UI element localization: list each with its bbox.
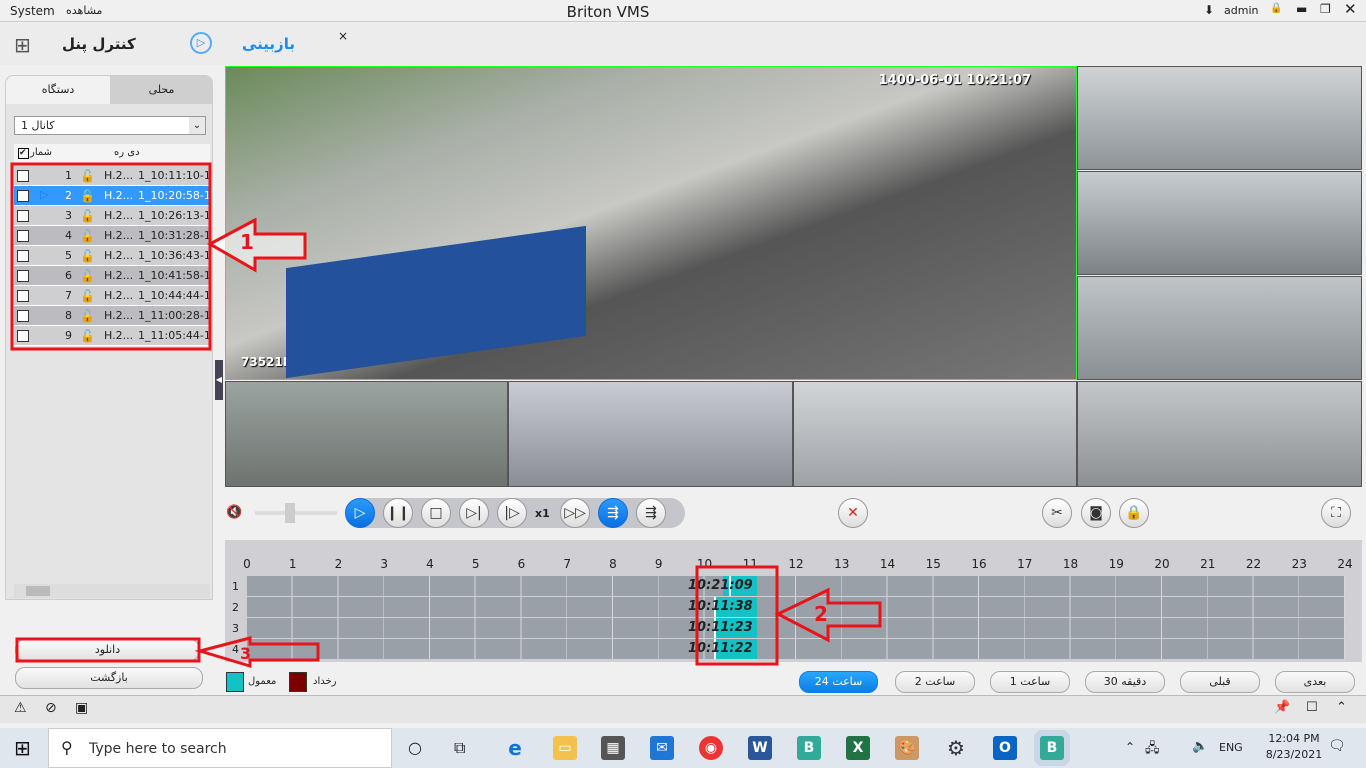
chrome-icon[interactable]: ◉ [699, 736, 723, 760]
excel-icon[interactable]: X [846, 736, 870, 760]
annotation-arrow-2 [774, 587, 882, 643]
mail-icon[interactable]: ✉ [650, 736, 674, 760]
annotation-overlay [10, 162, 882, 669]
annotation-arrow-1 [206, 217, 307, 273]
clock-time[interactable]: 12:04 PM [1264, 732, 1324, 745]
briton-vms-active-icon[interactable]: B [1040, 736, 1064, 760]
search-placeholder: Type here to search [89, 741, 227, 757]
search-box[interactable]: ⚲ Type here to search [48, 728, 392, 768]
paint-icon[interactable]: 🎨 [895, 736, 919, 760]
word-icon[interactable]: W [748, 736, 772, 760]
windows-start-icon[interactable]: ⊞ [14, 736, 31, 760]
file-explorer-icon[interactable]: ▭ [553, 736, 577, 760]
search-icon: ⚲ [61, 738, 73, 757]
annotation-box-3 [15, 637, 201, 663]
annotation-label-2: 2 [814, 602, 828, 626]
task-view-icon[interactable]: ⧉ [454, 738, 465, 758]
clock-date[interactable]: 8/23/2021 [1264, 748, 1324, 761]
annotation-label-1: 1 [240, 230, 254, 254]
store-icon[interactable]: ▦ [601, 736, 625, 760]
outlook-icon[interactable]: O [993, 736, 1017, 760]
network-icon[interactable]: 🖧 [1145, 739, 1160, 761]
taskbar: ⊞ ⚲ Type here to search ○ ⧉ ⌃ 🖧 🔈 ENG 12… [0, 728, 1366, 768]
language-indicator[interactable]: ENG [1219, 741, 1243, 754]
briton-app-icon[interactable]: B [797, 736, 821, 760]
annotation-box-1 [10, 162, 212, 351]
annotation-label-3: 3 [240, 644, 252, 663]
edge-icon[interactable]: e [503, 736, 527, 760]
notification-icon[interactable]: 🗨 [1328, 738, 1346, 754]
cortana-icon[interactable]: ○ [408, 738, 422, 757]
annotation-box-2 [695, 565, 779, 666]
volume-icon[interactable]: 🔈 [1192, 739, 1208, 754]
annotation-arrow-3 [194, 636, 320, 669]
settings-gear-icon[interactable]: ⚙ [944, 736, 968, 760]
tray-chevron-icon[interactable]: ⌃ [1125, 740, 1135, 754]
